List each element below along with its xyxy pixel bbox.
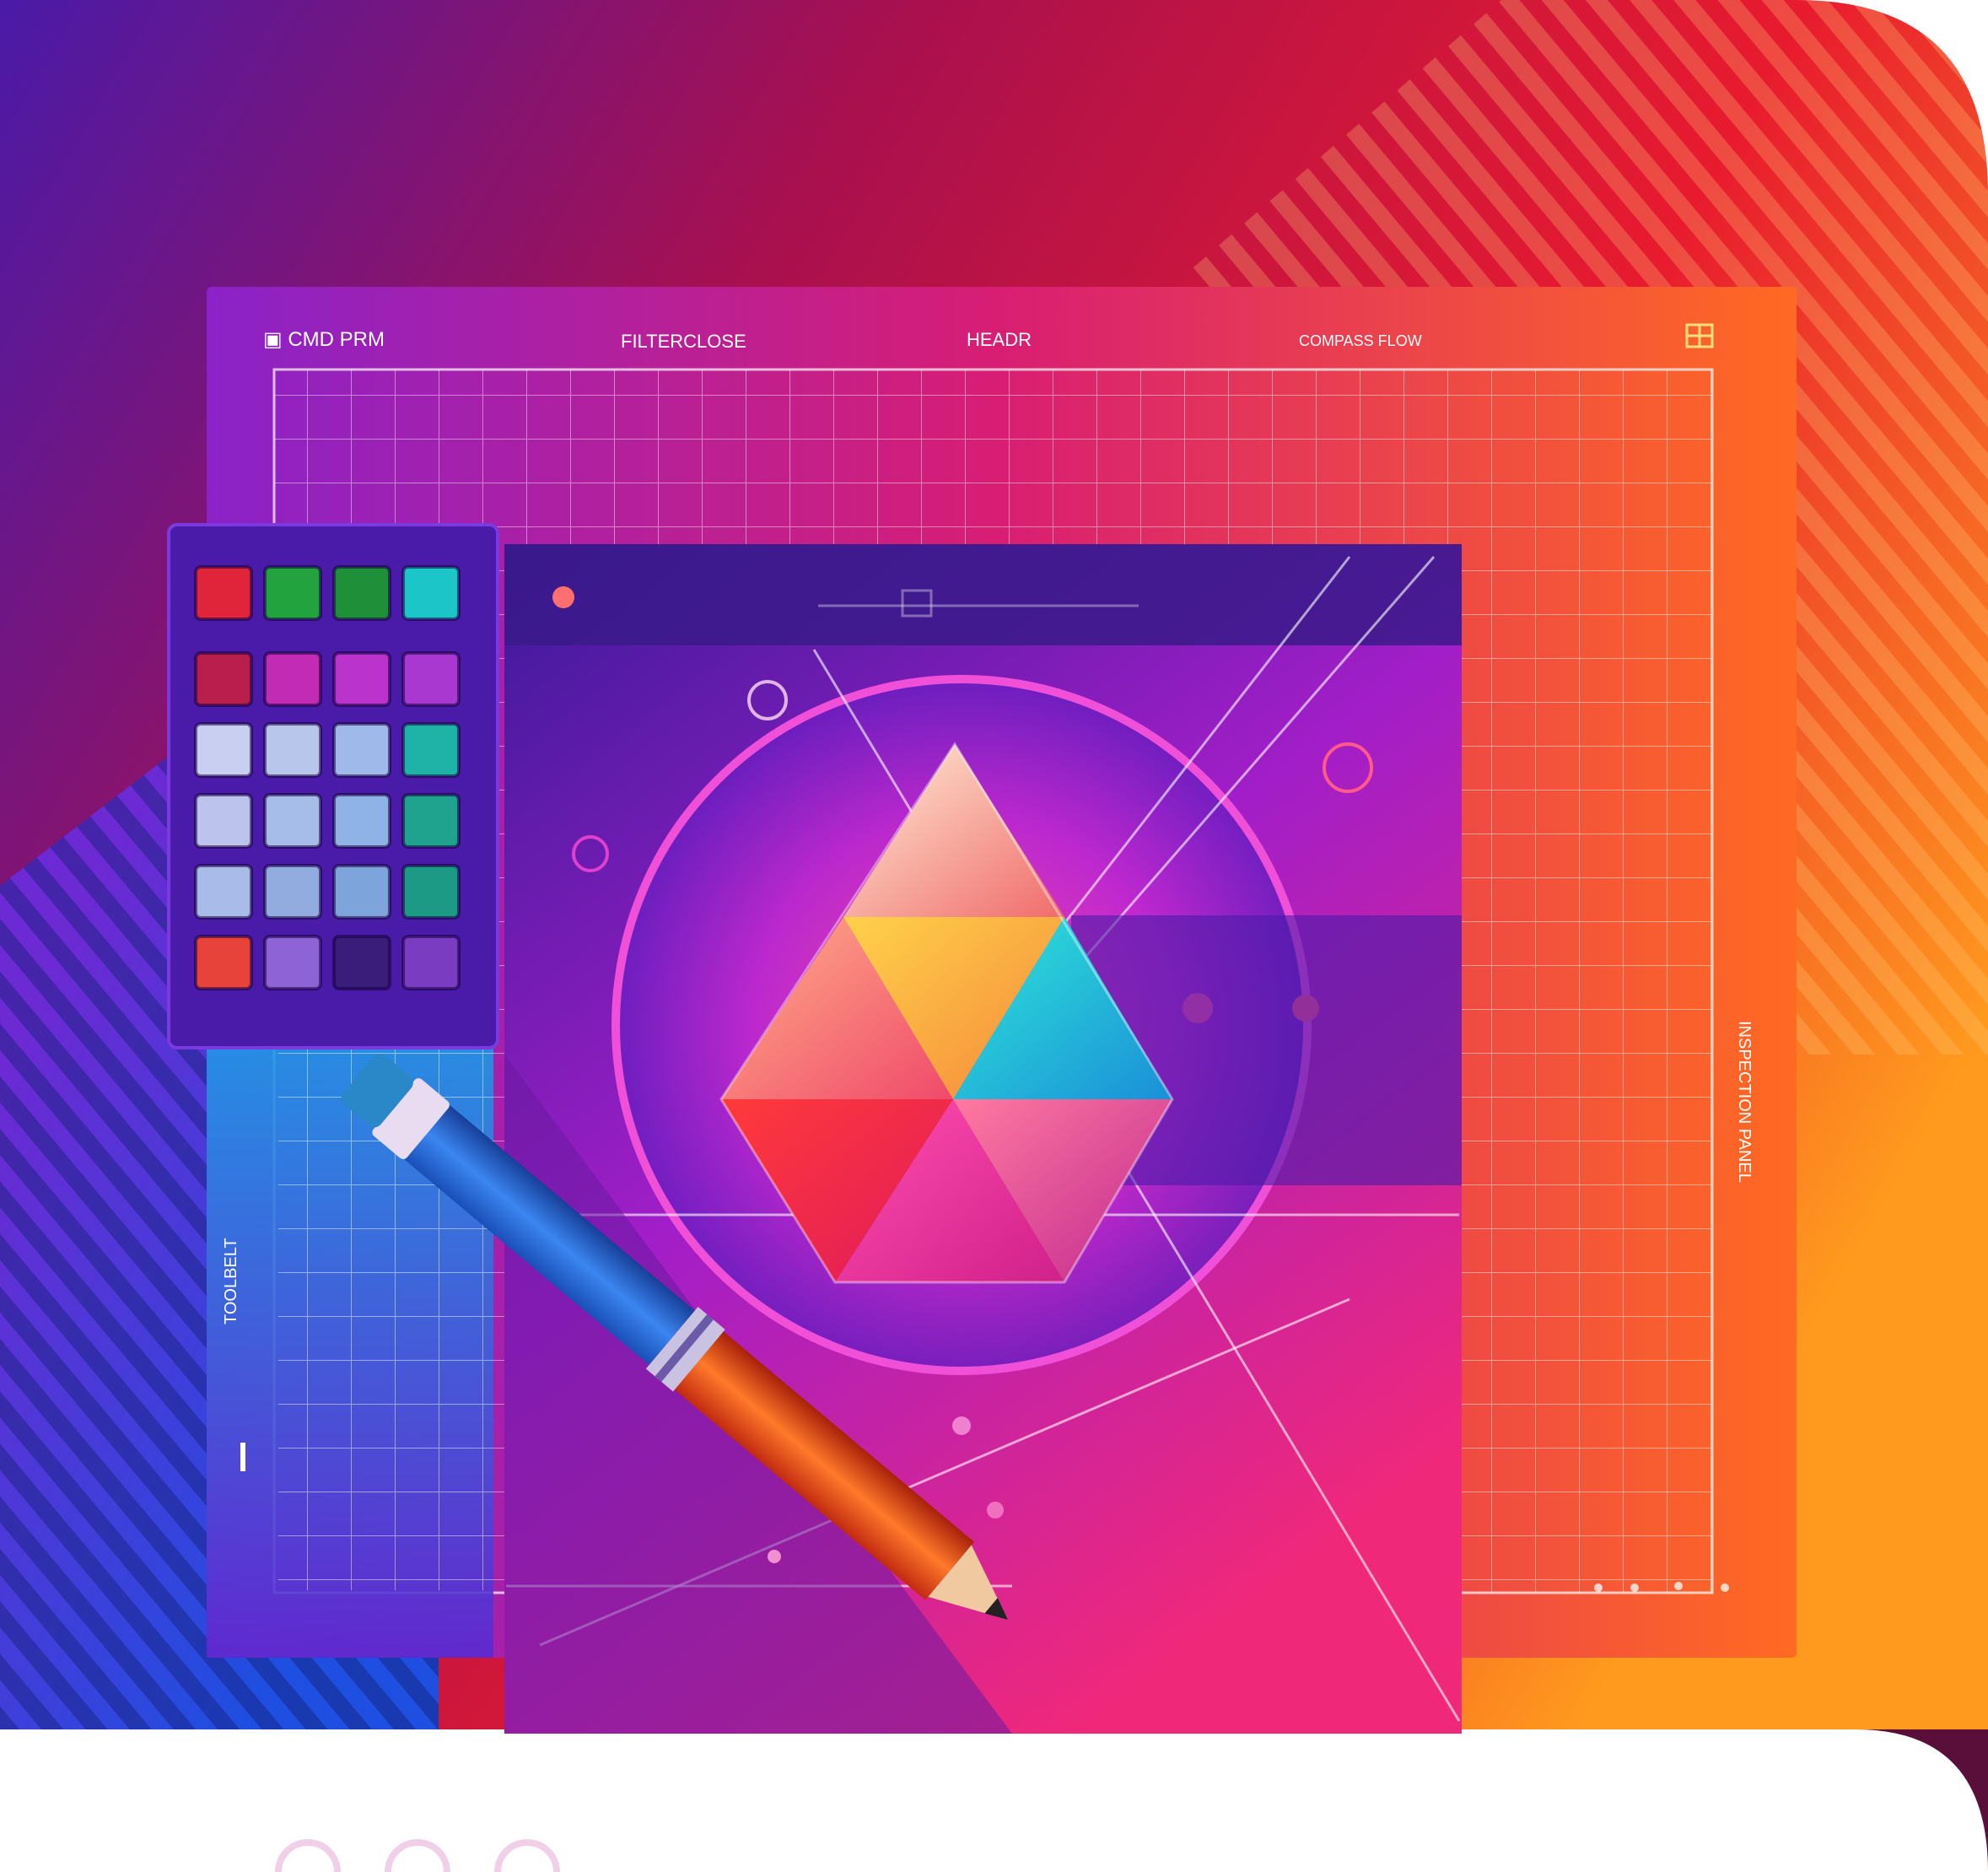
color-swatch[interactable] — [263, 651, 322, 707]
color-swatch[interactable] — [332, 565, 391, 621]
color-palette-panel — [167, 523, 499, 1049]
color-swatch[interactable] — [401, 722, 461, 778]
color-swatch[interactable] — [332, 935, 391, 990]
board-title-center: HEADR — [967, 329, 1032, 350]
color-swatch[interactable] — [332, 793, 391, 849]
color-swatch[interactable] — [332, 864, 391, 920]
record-dot-icon[interactable] — [552, 586, 574, 608]
color-swatch[interactable] — [263, 935, 322, 990]
board-side-label-left: TOOLBELT — [222, 1238, 240, 1324]
board-title-right: COMPASS FLOW — [1299, 332, 1422, 349]
color-swatch[interactable] — [401, 864, 461, 920]
color-swatch[interactable] — [194, 935, 253, 990]
board-title-center-left: FILTERCLOSE — [621, 331, 746, 352]
color-swatch[interactable] — [332, 722, 391, 778]
color-swatch[interactable] — [401, 651, 461, 707]
color-swatch[interactable] — [194, 864, 253, 920]
artboard-header — [504, 544, 1462, 645]
design-illustration: ▣ CMD PRM FILTERCLOSE HEADR COMPASS FLOW… — [0, 0, 1988, 1872]
color-swatch[interactable] — [263, 565, 322, 621]
board-title-left: ▣ CMD PRM — [263, 328, 385, 351]
color-swatch[interactable] — [401, 565, 461, 621]
color-swatch[interactable] — [263, 864, 322, 920]
color-swatch[interactable] — [401, 793, 461, 849]
board-side-label-right: INSPECTION PANEL — [1735, 1021, 1754, 1183]
color-swatch[interactable] — [194, 793, 253, 849]
color-swatch[interactable] — [332, 651, 391, 707]
color-swatch[interactable] — [401, 935, 461, 990]
color-swatch[interactable] — [263, 722, 322, 778]
color-swatch[interactable] — [194, 651, 253, 707]
color-swatch[interactable] — [194, 565, 253, 621]
color-swatch[interactable] — [263, 793, 322, 849]
color-swatch[interactable] — [194, 722, 253, 778]
